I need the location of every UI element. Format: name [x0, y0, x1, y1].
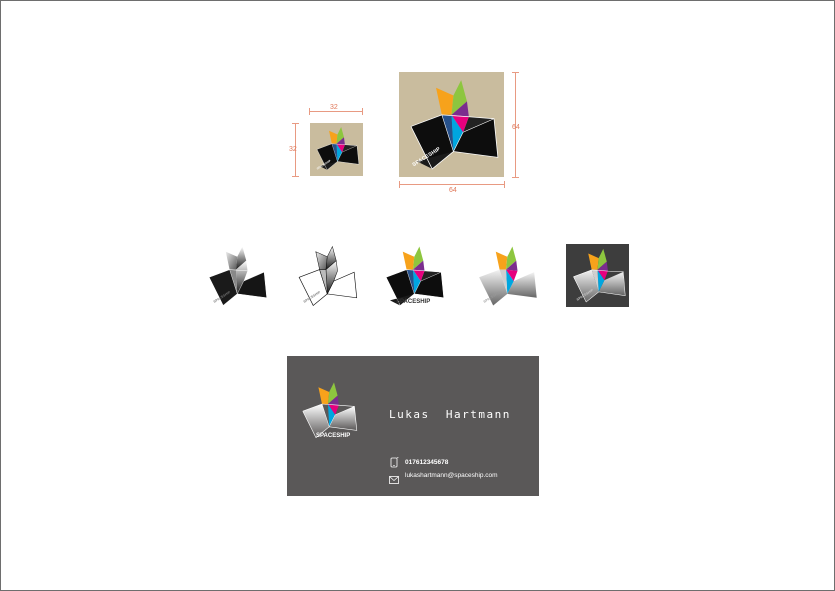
- card-wordmark: SPACESHIP: [316, 433, 351, 439]
- variant-color-wordmark: SPACESHIP: [396, 299, 431, 305]
- card-phone: 017612345678: [405, 459, 449, 466]
- card-person-name: Lukas Hartmann: [389, 408, 511, 421]
- small-width-tick-right: [362, 108, 363, 115]
- large-height-label: 64: [512, 124, 520, 131]
- small-icon-tile: SPACESHIP: [310, 123, 363, 176]
- large-width-tick-right: [504, 181, 505, 188]
- small-height-label: 32: [289, 146, 297, 153]
- small-height-tick-bottom: [292, 176, 299, 177]
- large-width-line: [399, 184, 504, 185]
- card-email: lukashartmann@spaceship.com: [405, 472, 498, 479]
- small-width-label: 32: [330, 104, 338, 111]
- logo-variant-fade: SPACESHIP: [474, 244, 538, 308]
- card-logo: [298, 380, 358, 440]
- logo-variant-dark: SPACESHIP: [566, 244, 629, 307]
- mail-icon: [389, 471, 399, 484]
- logo-variant-grayscale: SPACESHIP: [204, 244, 268, 308]
- small-logo: SPACESHIP: [316, 126, 360, 170]
- large-width-label: 64: [449, 187, 457, 194]
- large-height-tick-bottom: [512, 177, 519, 178]
- phone-icon: [390, 455, 399, 468]
- small-width-line: [309, 111, 362, 112]
- logo-variant-outline: SPACESHIP: [294, 244, 358, 308]
- large-icon-tile: SPACESHIP: [399, 72, 504, 177]
- large-logo: SPACESHIP: [410, 79, 499, 170]
